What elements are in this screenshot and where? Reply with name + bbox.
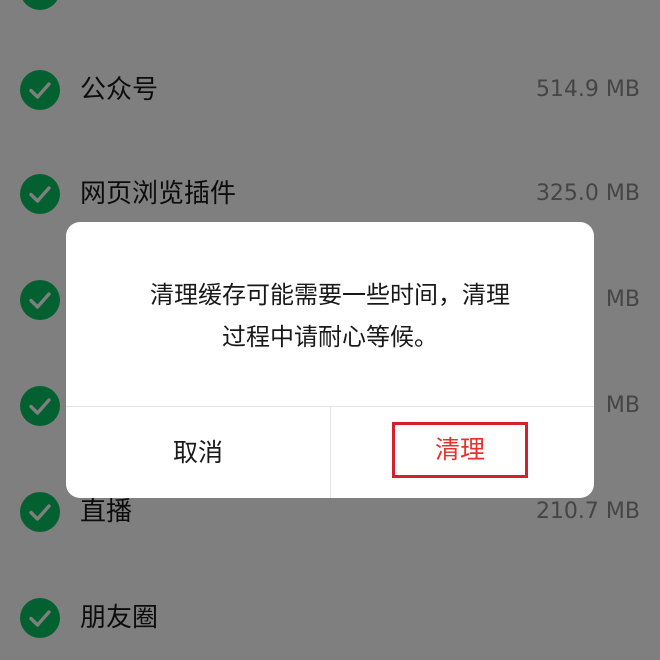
dialog-message-line: 清理缓存可能需要一些时间，清理 xyxy=(150,281,510,309)
dialog-message: 清理缓存可能需要一些时间，清理 过程中请耐心等候。 xyxy=(96,274,564,358)
confirm-dialog: 清理缓存可能需要一些时间，清理 过程中请耐心等候。 取消 清理 xyxy=(66,222,594,498)
confirm-button-highlight[interactable]: 清理 xyxy=(392,422,528,478)
confirm-button[interactable]: 清理 xyxy=(331,407,594,498)
dialog-message-line: 过程中请耐心等候。 xyxy=(222,323,438,351)
cancel-button[interactable]: 取消 xyxy=(66,407,330,498)
confirm-button-label: 清理 xyxy=(434,435,485,464)
